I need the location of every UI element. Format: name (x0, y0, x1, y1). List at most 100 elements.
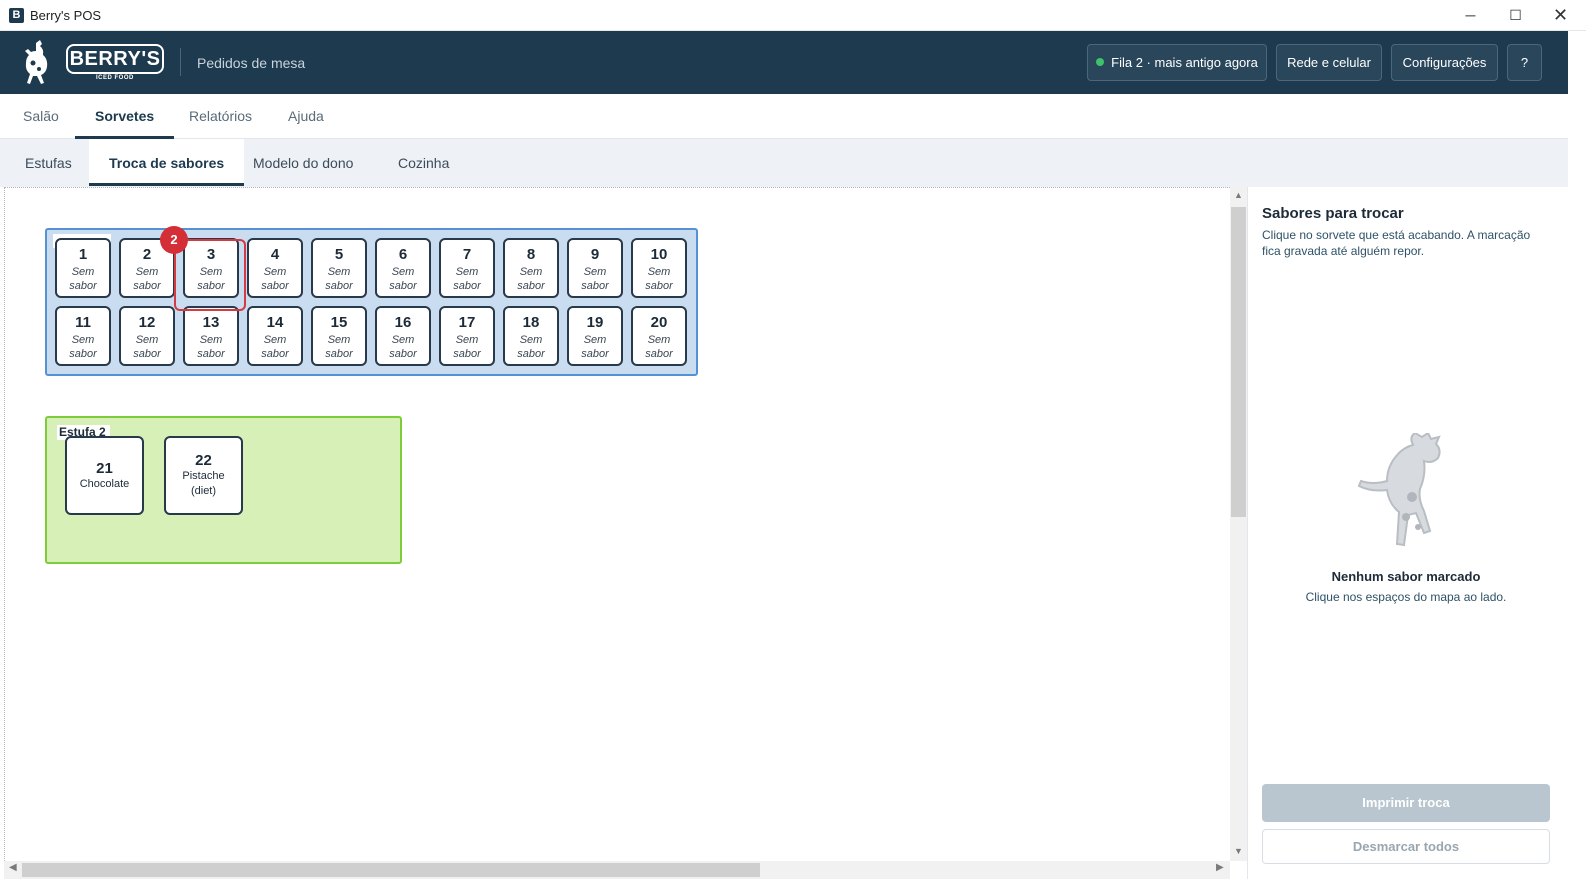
slot-7[interactable]: 7 Sem sabor (439, 238, 495, 298)
tab-relatorios[interactable]: Relatórios (169, 94, 272, 139)
slot-number: 19 (586, 314, 604, 331)
horizontal-scrollbar[interactable]: ◀ ▶ (4, 861, 1230, 879)
slot-number: 11 (75, 314, 91, 331)
slot-number: 18 (522, 314, 540, 331)
slot-number: 21 (96, 460, 113, 477)
slot-number: 8 (526, 246, 536, 263)
window-title: Berry's POS (30, 8, 102, 23)
tab-modelo-do-dono[interactable]: Modelo do dono (233, 139, 373, 186)
slot-21[interactable]: 21 Chocolate (65, 436, 144, 515)
minimize-button[interactable]: ─ (1448, 0, 1493, 31)
slot-flavor: Sem sabor (69, 334, 97, 360)
vertical-scroll-thumb[interactable] (1231, 207, 1246, 517)
slot-flavor: Sem sabor (133, 266, 161, 292)
slot-flavor: Sem sabor (453, 266, 481, 292)
slot-13[interactable]: 13 Sem sabor (183, 306, 239, 366)
slot-22[interactable]: 22 Pistache (diet) (164, 436, 243, 515)
panel-description: Clique no sorvete que está acabando. A m… (1262, 228, 1531, 258)
slot-18[interactable]: 18 Sem sabor (503, 306, 559, 366)
slot-flavor: Sem sabor (389, 266, 417, 292)
empty-state-title: Nenhum sabor marcado (1331, 569, 1481, 584)
scroll-left-icon[interactable]: ◀ (9, 862, 17, 873)
tab-cozinha[interactable]: Cozinha (378, 139, 469, 186)
scroll-right-icon[interactable]: ▶ (1216, 862, 1224, 873)
slot-5[interactable]: 5 Sem sabor (311, 238, 367, 298)
queue-status-button[interactable]: Fila 2 · mais antigo agora (1087, 44, 1267, 81)
slot-8[interactable]: 8 Sem sabor (503, 238, 559, 298)
slot-flavor: Pistache (diet) (182, 470, 225, 497)
slot-17[interactable]: 17 Sem sabor (439, 306, 495, 366)
slot-14[interactable]: 14 Sem sabor (247, 306, 303, 366)
scroll-up-icon[interactable]: ▲ (1230, 190, 1247, 200)
maximize-button[interactable]: ☐ (1493, 0, 1538, 31)
slot-flavor: Sem sabor (197, 334, 225, 360)
settings-button[interactable]: Configurações (1391, 44, 1498, 81)
slot-4[interactable]: 4 Sem sabor (247, 238, 303, 298)
slot-number: 14 (266, 314, 284, 331)
tab-estufas[interactable]: Estufas (5, 139, 92, 186)
tab-troca-de-sabores[interactable]: Troca de sabores (89, 139, 245, 186)
display-case-map[interactable]: 1 Sem sabor 2 Sem sabor 3 Sem sabor 4 Sem sabor… (4, 187, 1230, 861)
window-edge-right (1568, 31, 1586, 893)
empty-state-subtitle: Clique nos espaços do mapa ao lado. (1305, 590, 1507, 604)
slot-flavor: Sem sabor (69, 266, 97, 292)
panel-title: Sabores para trocar (1262, 205, 1404, 222)
scroll-down-icon[interactable]: ▼ (1230, 846, 1247, 856)
unmark-all-button[interactable]: Desmarcar todos (1262, 829, 1550, 864)
slot-number: 20 (650, 314, 668, 331)
slot-10[interactable]: 10 Sem sabor (631, 238, 687, 298)
slot-12[interactable]: 12 Sem sabor (119, 306, 175, 366)
slot-number: 5 (334, 246, 344, 263)
vertical-scrollbar[interactable]: ▲ ▼ (1230, 187, 1247, 861)
slot-20[interactable]: 20 Sem sabor (631, 306, 687, 366)
queue-status-label: Fila 2 · mais antigo agora (1111, 55, 1258, 70)
slot-number: 15 (330, 314, 348, 331)
slot-flavor: Sem sabor (645, 266, 673, 292)
slot-6[interactable]: 6 Sem sabor (375, 238, 431, 298)
slot-number: 6 (398, 246, 408, 263)
slot-flavor: Chocolate (79, 478, 130, 490)
tab-salao[interactable]: Salão (3, 94, 79, 139)
slot-flavor: Sem sabor (453, 334, 481, 360)
slot-11[interactable]: 11 Sem sabor (55, 306, 111, 366)
slot-number: 9 (590, 246, 600, 263)
tab-ajuda[interactable]: Ajuda (268, 94, 344, 139)
slot-number: 22 (195, 452, 212, 469)
window-edge-bottom (0, 879, 1568, 893)
slot-number: 12 (138, 314, 156, 331)
slot-flavor: Sem sabor (581, 334, 609, 360)
slot-number: 4 (270, 246, 280, 263)
cow-mascot-icon (25, 40, 48, 84)
slot-number: 1 (78, 246, 88, 263)
slot-number: 10 (650, 246, 668, 263)
slot-number: 17 (458, 314, 476, 331)
page-subtitle: Pedidos de mesa (197, 55, 306, 71)
slot-flavor: Sem sabor (517, 334, 545, 360)
marked-count-badge: 2 (160, 226, 188, 254)
tab-sorvetes[interactable]: Sorvetes (75, 94, 175, 139)
app-header: BERRY'S ICED FOOD Pedidos de mesa Fila 2… (0, 31, 1568, 94)
slot-flavor: Sem sabor (325, 334, 353, 360)
marked-slot-highlight (174, 239, 246, 311)
slot-flavor: Sem sabor (261, 266, 289, 292)
slot-15[interactable]: 15 Sem sabor (311, 306, 367, 366)
slot-1[interactable]: 1 Sem sabor (55, 238, 111, 298)
slot-number: 13 (202, 314, 220, 331)
close-button[interactable]: ✕ (1538, 0, 1583, 31)
slot-flavor: Sem sabor (581, 266, 609, 292)
cow-illustration-icon (1357, 433, 1441, 547)
slot-16[interactable]: 16 Sem sabor (375, 306, 431, 366)
print-swap-button[interactable]: Imprimir troca (1262, 784, 1550, 822)
slot-flavor: Sem sabor (389, 334, 417, 360)
slot-19[interactable]: 19 Sem sabor (567, 306, 623, 366)
primary-tabs: Salão Sorvetes Relatórios Ajuda (0, 94, 1568, 139)
network-button[interactable]: Rede e celular (1276, 44, 1382, 81)
brand-logo: BERRY'S (66, 44, 164, 74)
help-button[interactable]: ? (1507, 44, 1542, 81)
header-divider (180, 48, 181, 76)
horizontal-scroll-thumb[interactable] (22, 863, 760, 877)
slot-9[interactable]: 9 Sem sabor (567, 238, 623, 298)
app-icon: B (9, 8, 24, 23)
window-titlebar: B Berry's POS ─ ☐ ✕ (0, 0, 1586, 31)
swap-panel: Sabores para trocar Clique no sorvete qu… (1247, 187, 1568, 879)
